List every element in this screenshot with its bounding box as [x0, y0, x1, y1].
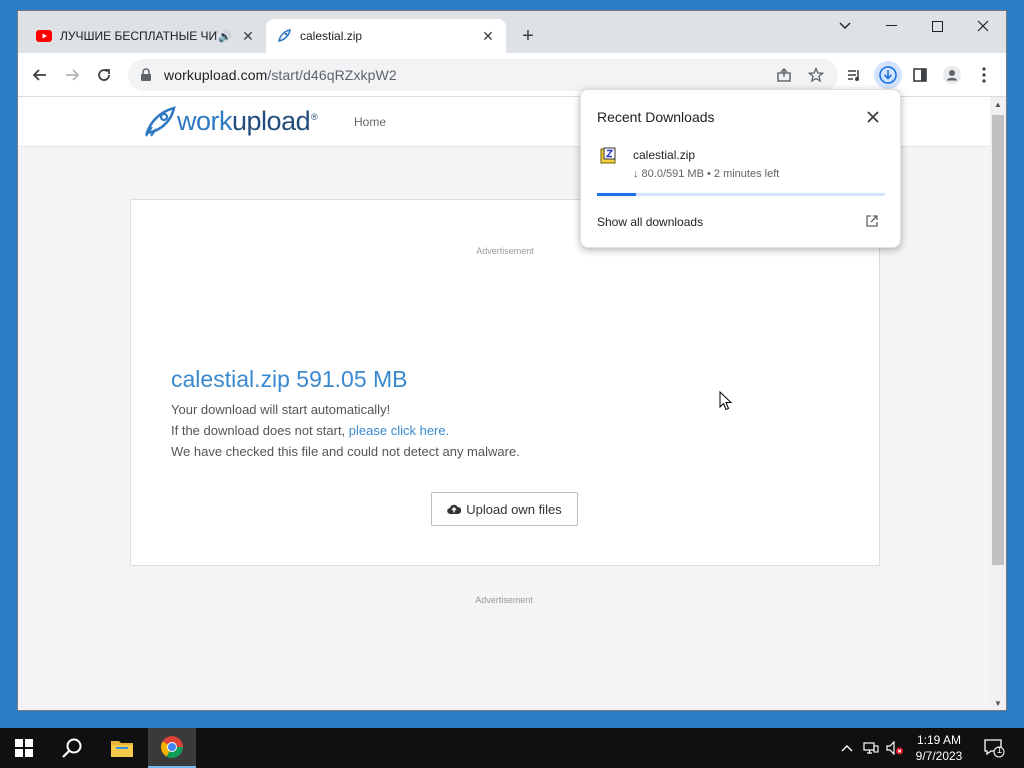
- downloads-button[interactable]: [874, 61, 902, 89]
- upload-button-label: Upload own files: [466, 501, 562, 517]
- side-panel-icon[interactable]: [906, 61, 934, 89]
- close-window-button[interactable]: [960, 11, 1006, 41]
- scrollbar-thumb[interactable]: [992, 115, 1004, 565]
- fallback-prefix: If the download does not start,: [171, 423, 349, 438]
- malware-check-text: We have checked this file and could not …: [171, 444, 520, 459]
- address-bar[interactable]: workupload.com/start/d46qRZxkpW2: [128, 59, 838, 91]
- menu-kebab-icon[interactable]: [970, 61, 998, 89]
- back-button[interactable]: [26, 61, 54, 89]
- tab-title: ЛУЧШИЕ БЕСПЛАТНЫЕ ЧИТ: [60, 29, 219, 43]
- windows-taskbar: 1:19 AM 9/7/2023 1: [0, 728, 1024, 768]
- nav-home-link[interactable]: Home: [354, 115, 386, 129]
- url-text: workupload.com/start/d46qRZxkpW2: [164, 67, 397, 83]
- close-tab-icon[interactable]: ✕: [480, 28, 496, 44]
- tab-calestial[interactable]: calestial.zip ✕: [266, 19, 506, 53]
- notification-center-icon[interactable]: 1: [978, 728, 1010, 768]
- advertisement-label-bottom: Advertisement: [475, 595, 533, 605]
- mouse-pointer-icon: [719, 390, 733, 416]
- windows-start-icon[interactable]: [0, 728, 48, 768]
- download-progress-bar: [597, 193, 885, 196]
- logo-text-upload: upload: [232, 105, 311, 136]
- click-here-link[interactable]: please click here.: [349, 423, 449, 438]
- media-control-icon[interactable]: [840, 61, 868, 89]
- downloads-bubble: Recent Downloads calestial.zip ↓ 80.0/59…: [580, 89, 901, 248]
- fallback-text: If the download does not start, please c…: [171, 423, 449, 438]
- logo-text-work: work: [177, 105, 233, 136]
- minimize-button[interactable]: [868, 11, 914, 41]
- notification-count: 1: [997, 745, 1003, 755]
- close-icon[interactable]: [864, 108, 882, 126]
- scroll-up-arrow-icon[interactable]: ▲: [994, 100, 1002, 109]
- tab-search-icon[interactable]: [822, 11, 868, 41]
- youtube-icon: [36, 28, 52, 44]
- search-icon[interactable]: [48, 728, 96, 768]
- downloads-title: Recent Downloads: [597, 109, 715, 125]
- chrome-taskbar-icon[interactable]: [148, 728, 196, 768]
- download-file-name[interactable]: calestial.zip: [633, 148, 695, 162]
- download-card: Advertisement calestial.zip 591.05 MB Yo…: [130, 199, 880, 566]
- forward-button[interactable]: [58, 61, 86, 89]
- open-external-icon[interactable]: [866, 214, 880, 228]
- workupload-logo[interactable]: workupload®: [143, 105, 318, 137]
- close-tab-icon[interactable]: ✕: [240, 28, 256, 44]
- tab-youtube[interactable]: ЛУЧШИЕ БЕСПЛАТНЫЕ ЧИТ 🔊 ✕: [26, 19, 266, 53]
- tab-strip: ЛУЧШИЕ БЕСПЛАТНЫЕ ЧИТ 🔊 ✕ calestial.zip …: [18, 11, 1006, 53]
- download-status: ↓ 80.0/591 MB • 2 minutes left: [633, 168, 780, 180]
- maximize-button[interactable]: [914, 11, 960, 41]
- upload-own-files-button[interactable]: Upload own files: [431, 492, 578, 526]
- logo-text: workupload®: [177, 105, 318, 137]
- bookmark-star-icon[interactable]: [802, 61, 830, 89]
- tab-title: calestial.zip: [300, 29, 363, 43]
- logo-registered: ®: [311, 111, 318, 122]
- clock-time: 1:19 AM: [916, 733, 962, 747]
- url-host: workupload.com: [164, 67, 268, 83]
- file-explorer-icon[interactable]: [98, 728, 146, 768]
- profile-avatar-icon[interactable]: [938, 61, 966, 89]
- clock-date: 9/7/2023: [915, 749, 963, 763]
- share-icon[interactable]: [770, 61, 798, 89]
- rocket-logo-icon: [145, 106, 176, 137]
- reload-button[interactable]: [90, 61, 118, 89]
- system-clock[interactable]: 1:19 AM 9/7/2023: [905, 732, 973, 764]
- speaker-icon[interactable]: 🔊: [218, 30, 232, 43]
- new-tab-button[interactable]: +: [516, 24, 540, 48]
- chevron-up-icon[interactable]: [836, 728, 858, 768]
- network-icon[interactable]: [860, 728, 882, 768]
- auto-download-text: Your download will start automatically!: [171, 402, 391, 417]
- file-title: calestial.zip 591.05 MB: [171, 366, 408, 392]
- scroll-down-arrow-icon[interactable]: ▼: [994, 699, 1002, 708]
- url-path: /start/d46qRZxkpW2: [267, 67, 397, 83]
- volume-muted-icon[interactable]: [884, 728, 906, 768]
- page-scrollbar[interactable]: ▲ ▼: [990, 97, 1006, 710]
- zip-file-icon: [599, 147, 617, 165]
- show-all-downloads-link[interactable]: Show all downloads: [597, 215, 703, 229]
- workupload-rocket-icon: [276, 28, 292, 44]
- lock-icon[interactable]: [140, 68, 154, 82]
- download-progress-fill: [597, 193, 636, 196]
- cloud-upload-icon: [447, 504, 462, 515]
